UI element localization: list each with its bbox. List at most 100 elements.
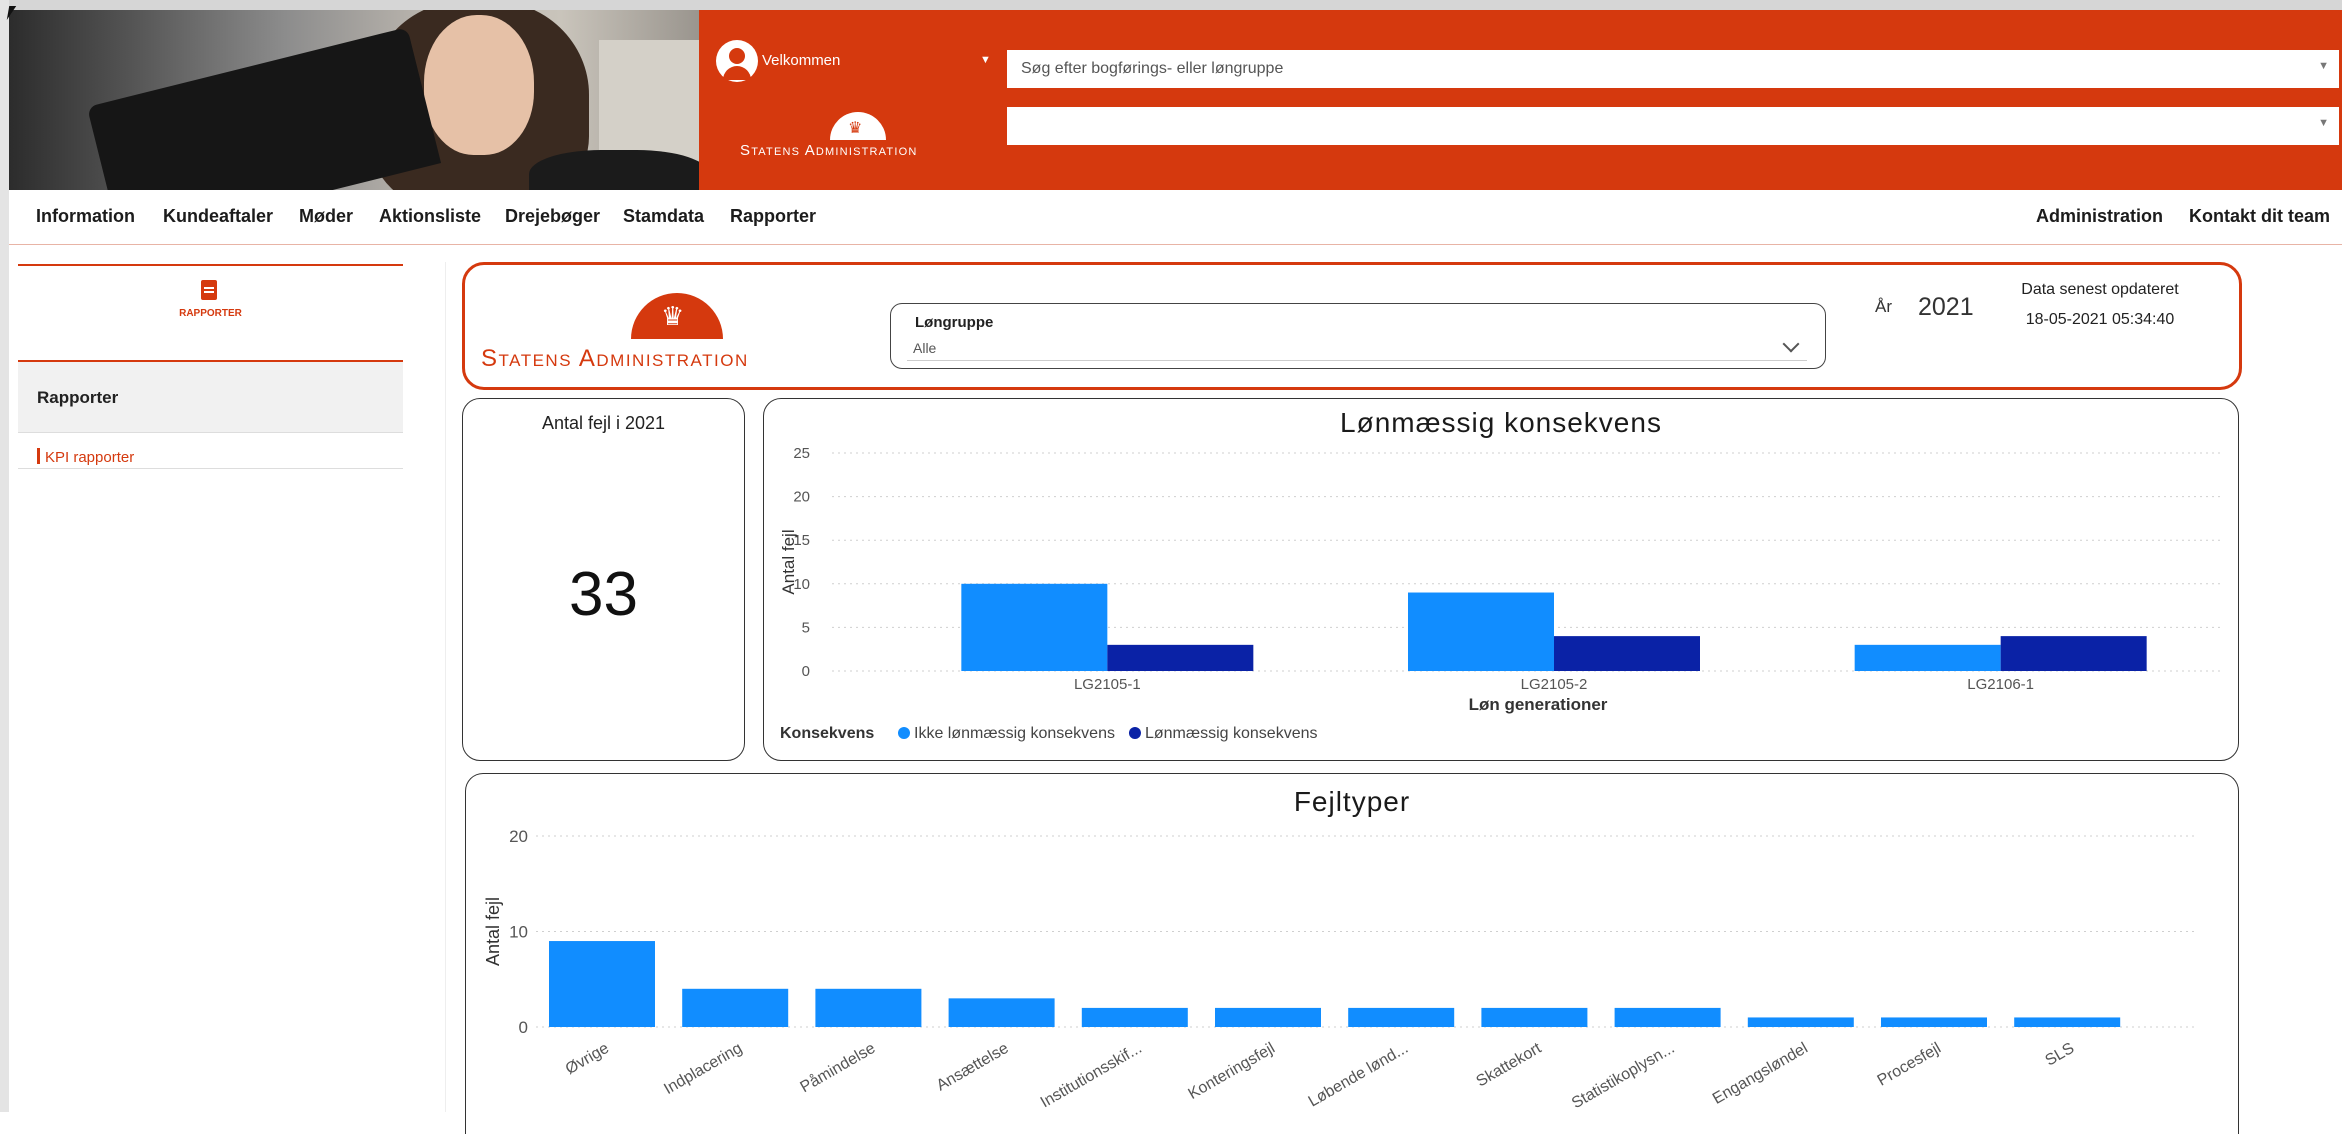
slicer-value: Alle (913, 340, 937, 356)
y-tick-label: 20 (793, 489, 810, 506)
nav-kontakt-dit-team[interactable]: Kontakt dit team (2189, 206, 2330, 227)
year-value: 2021 (1918, 293, 1974, 321)
report-logo-text: Statens Administration (481, 345, 749, 372)
report-header: ♛ Statens Administration Løngruppe Alle … (462, 262, 2242, 390)
x-axis-title: Løn generationer (1469, 695, 1608, 714)
bar[interactable] (1881, 1017, 1987, 1027)
x-tick-label: LG2105-1 (1074, 676, 1141, 693)
chart-fejltyper: 0 10 20 Antal fejl Øvrige Indplacering Påminde… (483, 827, 2196, 1113)
x-tick-label: Ansættelse (934, 1040, 1012, 1095)
x-tick-label: Indplacering (661, 1040, 745, 1098)
slicer-dropdown[interactable]: Alle (907, 335, 1807, 361)
user-menu-caret-icon[interactable]: ▼ (980, 54, 991, 66)
chart-lonmaessig: 0510152025LG2105-1 LG2105-2 LG2106-1Løn ge… (779, 445, 2224, 742)
search-dropdown-caret-icon[interactable]: ▼ (2318, 60, 2329, 72)
slicer-label: Løngruppe (915, 314, 994, 331)
sidebar-section-title: Rapporter (37, 388, 119, 407)
header-photo (9, 10, 699, 190)
y-tick-label: 0 (519, 1018, 528, 1037)
content-divider (445, 262, 446, 1112)
x-tick-label: LG2105-2 (1521, 676, 1588, 693)
sidebar-card-caption: RAPPORTER (179, 308, 242, 319)
bar[interactable] (1554, 636, 1700, 671)
bar[interactable] (682, 988, 789, 1027)
bar[interactable] (948, 998, 1055, 1027)
header-logo-text: Statens Administration (740, 142, 918, 159)
x-tick-label: Øvrige (563, 1040, 612, 1078)
bar[interactable] (2014, 1017, 2121, 1027)
nav-kundeaftaler[interactable]: Kundeaftaler (163, 206, 273, 227)
nav-rapporter[interactable]: Rapporter (730, 206, 816, 227)
x-tick-label: Løbende lønd... (1306, 1040, 1412, 1111)
sidebar-section: Rapporter (18, 360, 403, 433)
x-tick-label: Statistikoplysn... (1569, 1040, 1678, 1113)
x-tick-label: Institutionsskif... (1038, 1040, 1145, 1112)
legend-label: Lønmæssig konsekvens (1145, 725, 1318, 742)
x-tick-label: LG2106-1 (1967, 676, 2034, 693)
updated-label: Data senest opdateret (2021, 281, 2179, 298)
welcome-label[interactable]: Velkommen (762, 52, 840, 69)
bar[interactable] (1107, 644, 1254, 671)
nav-information[interactable]: Information (36, 206, 135, 227)
kpi-title: Antal fejl i 2021 (541, 413, 666, 433)
document-icon (201, 280, 217, 300)
y-axis-title: Antal fejl (483, 897, 503, 966)
bar[interactable] (1481, 1007, 1588, 1027)
nav-administration[interactable]: Administration (2036, 206, 2163, 227)
x-tick-label: Procesfejl (1875, 1040, 1944, 1090)
y-tick-label: 20 (509, 827, 528, 846)
bar[interactable] (1408, 592, 1554, 671)
y-tick-label: 0 (802, 663, 810, 680)
bar[interactable] (1215, 1007, 1321, 1027)
nav-stamdata[interactable]: Stamdata (623, 206, 704, 227)
window-top-strip (0, 0, 2342, 10)
x-tick-label: Konteringsfejl (1186, 1040, 1278, 1103)
y-tick-label: 10 (509, 923, 528, 942)
bar[interactable] (2000, 636, 2147, 671)
bar[interactable] (815, 988, 922, 1027)
x-tick-label: SLS (2043, 1040, 2078, 1070)
report-logo: ♛ Statens Administration (481, 293, 871, 373)
bar[interactable] (1614, 1007, 1721, 1027)
secondary-dropdown-caret-icon[interactable]: ▼ (2318, 117, 2329, 129)
year-label: År (1875, 297, 1892, 316)
bar[interactable] (549, 941, 655, 1027)
sidebar-item-kpi-rapporter[interactable]: KPI rapporter (18, 446, 403, 469)
updated-value: 18-05-2021 05:34:40 (2025, 311, 2175, 328)
main-nav: Information Kundeaftaler Møder Aktionsli… (9, 190, 2342, 245)
nav-moder[interactable]: Møder (299, 206, 353, 227)
chevron-down-icon[interactable] (1782, 335, 1800, 353)
legend-label: Ikke lønmæssig konsekvens (914, 725, 1115, 742)
secondary-select[interactable]: ▼ (1007, 107, 2339, 145)
bar[interactable] (1348, 1007, 1455, 1027)
legend-marker (1128, 727, 1141, 739)
longruppe-slicer[interactable]: Løngruppe Alle (890, 303, 1826, 369)
user-avatar-icon[interactable] (716, 40, 758, 82)
bar[interactable] (1854, 644, 2001, 671)
legend-marker (898, 727, 910, 739)
nav-drejeboger[interactable]: Drejebøger (505, 206, 600, 227)
chart-lonmaessig-card: Lønmæssig konsekvens 0 5 10 15 20 25 LG2105-1 L… (763, 398, 2239, 761)
search-input[interactable] (1019, 59, 2283, 79)
y-axis-title: Antal fejl (779, 529, 798, 594)
crown-icon: ♛ (848, 120, 863, 137)
header-bar (699, 10, 2342, 190)
y-tick-label: 25 (793, 445, 810, 462)
bar[interactable] (961, 583, 1108, 671)
chart-fejltyper-card: Fejltyper 0 10 20 Antal fejl Øvrige Indplacer… (465, 773, 2239, 1134)
crown-icon: ♛ (661, 301, 685, 331)
sidebar-reports-card[interactable]: RAPPORTER (18, 264, 403, 332)
search-select[interactable]: ▼ (1007, 50, 2339, 88)
window-left-strip (0, 0, 9, 1112)
legend-title: Konsekvens (780, 725, 874, 742)
x-tick-label: Skattekort (1474, 1039, 1545, 1090)
bar[interactable] (1747, 1017, 1854, 1027)
y-tick-label: 5 (802, 619, 810, 636)
active-indicator (37, 448, 40, 464)
bar[interactable] (1081, 1007, 1188, 1027)
nav-aktionsliste[interactable]: Aktionsliste (379, 206, 481, 227)
x-tick-label: Engangsløndel (1710, 1040, 1811, 1108)
header-logo: ♛ Statens Administration (740, 112, 970, 159)
sidebar-item-label[interactable]: KPI rapporter (45, 449, 134, 466)
x-tick-label: Påmindelse (797, 1039, 878, 1096)
